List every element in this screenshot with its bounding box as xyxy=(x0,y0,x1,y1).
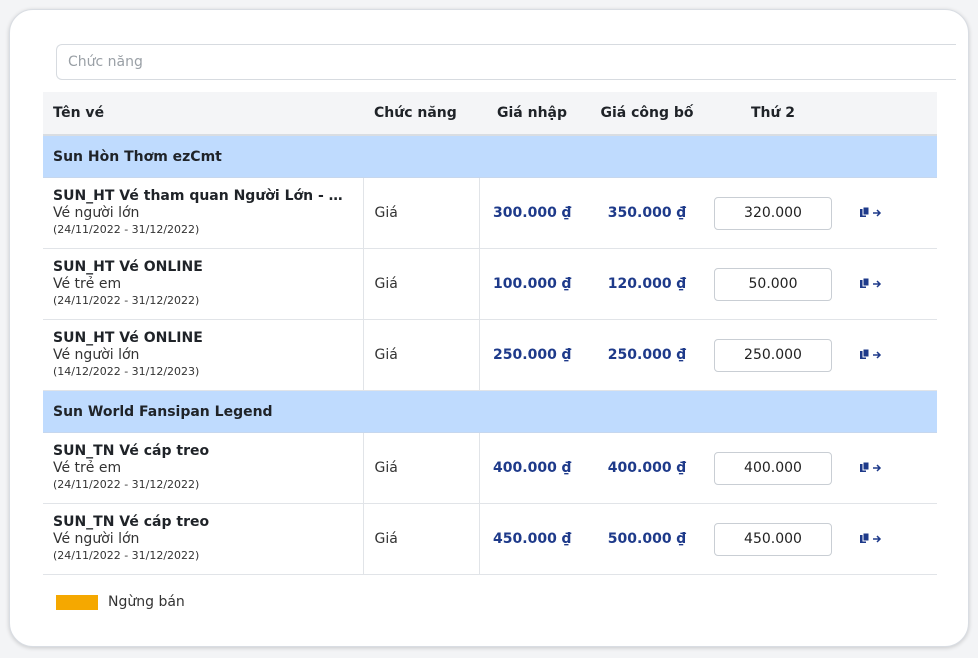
function-cell: Giá xyxy=(363,177,480,249)
header-public-price: Giá công bố xyxy=(585,92,709,136)
header-name: Tên vé xyxy=(43,92,363,136)
table-row: SUN_HT Vé ONLINE Vé người lớn (14/12/202… xyxy=(43,319,937,391)
ticket-dates: (24/11/2022 - 31/12/2022) xyxy=(53,222,200,236)
import-price: 400.000 ₫ xyxy=(479,432,585,504)
ticket-type: Vé người lớn xyxy=(53,346,140,363)
copy-to-row-icon[interactable] xyxy=(859,532,883,545)
public-price: 350.000 ₫ xyxy=(585,177,709,249)
day-price-input[interactable] xyxy=(714,196,832,230)
import-price: 450.000 ₫ xyxy=(479,503,585,575)
public-price-value: 120.000 ₫ xyxy=(607,276,687,292)
table-row: SUN_HT Vé tham quan Người Lớn - Ngày thư… xyxy=(43,177,937,249)
public-price: 120.000 ₫ xyxy=(585,248,709,320)
legend-label: Ngừng bán xyxy=(108,594,185,610)
group-title: Sun World Fansipan Legend xyxy=(43,390,937,433)
day-price-input[interactable] xyxy=(714,338,832,372)
table-row: SUN_HT Vé ONLINE Vé trẻ em (24/11/2022 -… xyxy=(43,248,937,320)
function-cell: Giá xyxy=(363,503,480,575)
header-function: Chức năng xyxy=(363,92,479,136)
table-row: SUN_TN Vé cáp treo Vé người lớn (24/11/2… xyxy=(43,503,937,575)
ticket-title: SUN_HT Vé ONLINE xyxy=(53,329,203,346)
ticket-cell: SUN_HT Vé tham quan Người Lớn - Ngày thư… xyxy=(43,177,364,249)
legend-swatch xyxy=(56,594,98,610)
ticket-dates: (24/11/2022 - 31/12/2022) xyxy=(53,548,200,562)
function-filter-input[interactable]: Chức năng xyxy=(56,44,956,80)
ticket-type: Vé người lớn xyxy=(53,530,140,547)
public-price-value: 400.000 ₫ xyxy=(607,460,687,476)
ticket-title: SUN_HT Vé tham quan Người Lớn - Ngày thư… xyxy=(53,187,353,204)
ticket-dates: (14/12/2022 - 31/12/2023) xyxy=(53,364,200,378)
day-price-input[interactable] xyxy=(714,451,832,485)
ticket-type: Vé người lớn xyxy=(53,204,140,221)
ticket-title: SUN_TN Vé cáp treo xyxy=(53,513,210,530)
ticket-title: SUN_HT Vé ONLINE xyxy=(53,258,203,275)
table-row: SUN_TN Vé cáp treo Vé trẻ em (24/11/2022… xyxy=(43,432,937,504)
ticket-type: Vé trẻ em xyxy=(53,459,122,476)
public-price: 400.000 ₫ xyxy=(585,432,709,504)
ticket-dates: (24/11/2022 - 31/12/2022) xyxy=(53,477,200,491)
copy-to-row-icon[interactable] xyxy=(859,461,883,474)
copy-to-row-icon[interactable] xyxy=(859,206,883,219)
import-price-value: 100.000 ₫ xyxy=(493,276,572,292)
function-cell: Giá xyxy=(363,248,480,320)
price-table: Tên vé Chức năng Giá nhập Giá công bố Th… xyxy=(43,92,937,575)
header-import-price: Giá nhập xyxy=(479,92,585,136)
panel: Chức năng Tên vé Chức năng Giá nhập Giá … xyxy=(9,9,969,647)
import-price: 300.000 ₫ xyxy=(479,177,585,249)
copy-to-row-icon[interactable] xyxy=(859,348,883,361)
import-price-value: 300.000 ₫ xyxy=(493,205,572,221)
ticket-type: Vé trẻ em xyxy=(53,275,122,292)
public-price: 250.000 ₫ xyxy=(585,319,709,391)
group-row: Sun World Fansipan Legend xyxy=(43,390,937,433)
day-price-input[interactable] xyxy=(714,267,832,301)
public-price-value: 500.000 ₫ xyxy=(607,531,687,547)
ticket-cell: SUN_TN Vé cáp treo Vé trẻ em (24/11/2022… xyxy=(43,432,364,504)
table-header-row: Tên vé Chức năng Giá nhập Giá công bố Th… xyxy=(43,92,937,136)
import-price: 250.000 ₫ xyxy=(479,319,585,391)
ticket-cell: SUN_HT Vé ONLINE Vé trẻ em (24/11/2022 -… xyxy=(43,248,364,320)
import-price-value: 450.000 ₫ xyxy=(493,531,572,547)
ticket-cell: SUN_HT Vé ONLINE Vé người lớn (14/12/202… xyxy=(43,319,364,391)
header-day: Thứ 2 xyxy=(709,92,837,136)
import-price-value: 250.000 ₫ xyxy=(493,347,572,363)
legend: Ngừng bán xyxy=(56,594,185,610)
function-cell: Giá xyxy=(363,319,480,391)
ticket-cell: SUN_TN Vé cáp treo Vé người lớn (24/11/2… xyxy=(43,503,364,575)
function-cell: Giá xyxy=(363,432,480,504)
import-price: 100.000 ₫ xyxy=(479,248,585,320)
ticket-dates: (24/11/2022 - 31/12/2022) xyxy=(53,293,200,307)
group-title: Sun Hòn Thơm ezCmt xyxy=(43,135,937,178)
day-price-input[interactable] xyxy=(714,522,832,556)
ticket-title: SUN_TN Vé cáp treo xyxy=(53,442,210,459)
public-price-value: 350.000 ₫ xyxy=(607,205,687,221)
header-actions xyxy=(837,92,937,136)
group-row: Sun Hòn Thơm ezCmt xyxy=(43,135,937,178)
copy-to-row-icon[interactable] xyxy=(859,277,883,290)
import-price-value: 400.000 ₫ xyxy=(493,460,572,476)
public-price-value: 250.000 ₫ xyxy=(607,347,687,363)
public-price: 500.000 ₫ xyxy=(585,503,709,575)
